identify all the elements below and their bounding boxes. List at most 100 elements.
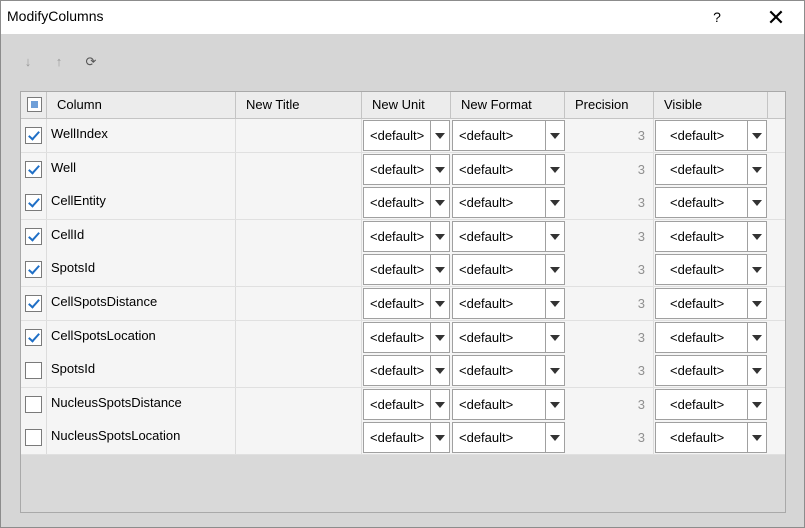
table-row[interactable]: SpotsId <default> <default> 3 <default> bbox=[21, 253, 785, 288]
chevron-down-icon[interactable] bbox=[747, 389, 766, 419]
chevron-down-icon[interactable] bbox=[545, 188, 564, 218]
precision-value[interactable]: 3 bbox=[565, 152, 654, 186]
new-title-cell[interactable] bbox=[236, 354, 362, 388]
new-format-dropdown[interactable]: <default> bbox=[452, 120, 565, 151]
precision-value[interactable]: 3 bbox=[565, 253, 654, 287]
row-checkbox[interactable] bbox=[25, 227, 42, 245]
new-title-cell[interactable] bbox=[236, 320, 362, 354]
header-new-unit[interactable]: New Unit bbox=[362, 92, 451, 118]
new-format-dropdown[interactable]: <default> bbox=[452, 355, 565, 387]
precision-value[interactable]: 3 bbox=[565, 287, 654, 320]
new-unit-dropdown[interactable]: <default> bbox=[363, 153, 450, 185]
chevron-down-icon[interactable] bbox=[430, 289, 449, 318]
chevron-down-icon[interactable] bbox=[430, 423, 449, 453]
new-title-cell[interactable] bbox=[236, 253, 362, 287]
refresh-button[interactable]: ⟳ bbox=[81, 51, 101, 73]
new-format-dropdown[interactable]: <default> bbox=[452, 220, 565, 252]
select-all-checkbox[interactable] bbox=[27, 97, 42, 112]
table-row[interactable]: NucleusSpotsLocation <default> <default>… bbox=[21, 421, 785, 456]
precision-value[interactable]: 3 bbox=[565, 354, 654, 388]
chevron-down-icon[interactable] bbox=[545, 121, 564, 150]
new-unit-dropdown[interactable]: <default> bbox=[363, 321, 450, 353]
row-checkbox[interactable] bbox=[25, 295, 42, 312]
chevron-down-icon[interactable] bbox=[747, 423, 766, 453]
chevron-down-icon[interactable] bbox=[545, 389, 564, 419]
visible-dropdown[interactable]: <default> bbox=[655, 120, 767, 151]
table-row[interactable]: WellIndex <default> <default> 3 <default… bbox=[21, 119, 785, 153]
chevron-down-icon[interactable] bbox=[747, 356, 766, 386]
precision-value[interactable]: 3 bbox=[565, 320, 654, 354]
chevron-down-icon[interactable] bbox=[430, 154, 449, 184]
chevron-down-icon[interactable] bbox=[545, 289, 564, 318]
chevron-down-icon[interactable] bbox=[545, 154, 564, 184]
table-row[interactable]: CellEntity <default> <default> 3 <defaul… bbox=[21, 186, 785, 221]
new-format-dropdown[interactable]: <default> bbox=[452, 422, 565, 454]
visible-dropdown[interactable]: <default> bbox=[655, 355, 767, 387]
move-up-button[interactable]: ↑ bbox=[49, 51, 69, 73]
row-checkbox[interactable] bbox=[25, 194, 42, 212]
visible-dropdown[interactable]: <default> bbox=[655, 187, 767, 219]
chevron-down-icon[interactable] bbox=[545, 221, 564, 251]
chevron-down-icon[interactable] bbox=[747, 121, 766, 150]
new-format-dropdown[interactable]: <default> bbox=[452, 153, 565, 185]
header-precision[interactable]: Precision bbox=[565, 92, 654, 118]
chevron-down-icon[interactable] bbox=[747, 255, 766, 285]
table-row[interactable]: NucleusSpotsDistance <default> <default>… bbox=[21, 387, 785, 422]
table-row[interactable]: CellId <default> <default> 3 <default> bbox=[21, 219, 785, 254]
chevron-down-icon[interactable] bbox=[430, 255, 449, 285]
new-format-dropdown[interactable]: <default> bbox=[452, 388, 565, 420]
new-unit-dropdown[interactable]: <default> bbox=[363, 388, 450, 420]
move-down-button[interactable]: ↓ bbox=[18, 51, 38, 73]
chevron-down-icon[interactable] bbox=[545, 356, 564, 386]
table-row[interactable]: CellSpotsDistance <default> <default> 3 … bbox=[21, 287, 785, 321]
row-checkbox[interactable] bbox=[25, 160, 42, 178]
visible-dropdown[interactable]: <default> bbox=[655, 321, 767, 353]
chevron-down-icon[interactable] bbox=[747, 154, 766, 184]
row-checkbox[interactable] bbox=[25, 429, 42, 447]
chevron-down-icon[interactable] bbox=[545, 255, 564, 285]
chevron-down-icon[interactable] bbox=[747, 322, 766, 352]
chevron-down-icon[interactable] bbox=[430, 356, 449, 386]
precision-value[interactable]: 3 bbox=[565, 421, 654, 455]
precision-value[interactable]: 3 bbox=[565, 219, 654, 253]
row-checkbox[interactable] bbox=[25, 362, 42, 380]
visible-dropdown[interactable]: <default> bbox=[655, 388, 767, 420]
header-new-format[interactable]: New Format bbox=[451, 92, 565, 118]
new-title-cell[interactable] bbox=[236, 119, 362, 152]
header-visible[interactable]: Visible bbox=[654, 92, 768, 118]
new-unit-dropdown[interactable]: <default> bbox=[363, 422, 450, 454]
chevron-down-icon[interactable] bbox=[747, 289, 766, 318]
visible-dropdown[interactable]: <default> bbox=[655, 153, 767, 185]
header-column[interactable]: Column bbox=[47, 92, 236, 118]
chevron-down-icon[interactable] bbox=[747, 188, 766, 218]
new-unit-dropdown[interactable]: <default> bbox=[363, 120, 450, 151]
new-title-cell[interactable] bbox=[236, 387, 362, 421]
new-format-dropdown[interactable]: <default> bbox=[452, 321, 565, 353]
chevron-down-icon[interactable] bbox=[430, 221, 449, 251]
precision-value[interactable]: 3 bbox=[565, 186, 654, 220]
new-unit-dropdown[interactable]: <default> bbox=[363, 288, 450, 319]
new-title-cell[interactable] bbox=[236, 152, 362, 186]
new-title-cell[interactable] bbox=[236, 287, 362, 320]
help-button[interactable]: ? bbox=[701, 1, 733, 34]
new-format-dropdown[interactable]: <default> bbox=[452, 288, 565, 319]
row-checkbox[interactable] bbox=[25, 328, 42, 346]
chevron-down-icon[interactable] bbox=[430, 322, 449, 352]
new-unit-dropdown[interactable]: <default> bbox=[363, 254, 450, 286]
new-title-cell[interactable] bbox=[236, 219, 362, 253]
new-unit-dropdown[interactable]: <default> bbox=[363, 187, 450, 219]
new-unit-dropdown[interactable]: <default> bbox=[363, 355, 450, 387]
close-button[interactable]: ✕ bbox=[757, 1, 795, 34]
visible-dropdown[interactable]: <default> bbox=[655, 254, 767, 286]
precision-value[interactable]: 3 bbox=[565, 119, 654, 152]
visible-dropdown[interactable]: <default> bbox=[655, 288, 767, 319]
new-unit-dropdown[interactable]: <default> bbox=[363, 220, 450, 252]
row-checkbox[interactable] bbox=[25, 395, 42, 413]
chevron-down-icon[interactable] bbox=[430, 121, 449, 150]
chevron-down-icon[interactable] bbox=[545, 322, 564, 352]
table-row[interactable]: SpotsId <default> <default> 3 <default> bbox=[21, 354, 785, 389]
new-title-cell[interactable] bbox=[236, 421, 362, 455]
row-checkbox[interactable] bbox=[25, 261, 42, 279]
new-format-dropdown[interactable]: <default> bbox=[452, 254, 565, 286]
chevron-down-icon[interactable] bbox=[747, 221, 766, 251]
